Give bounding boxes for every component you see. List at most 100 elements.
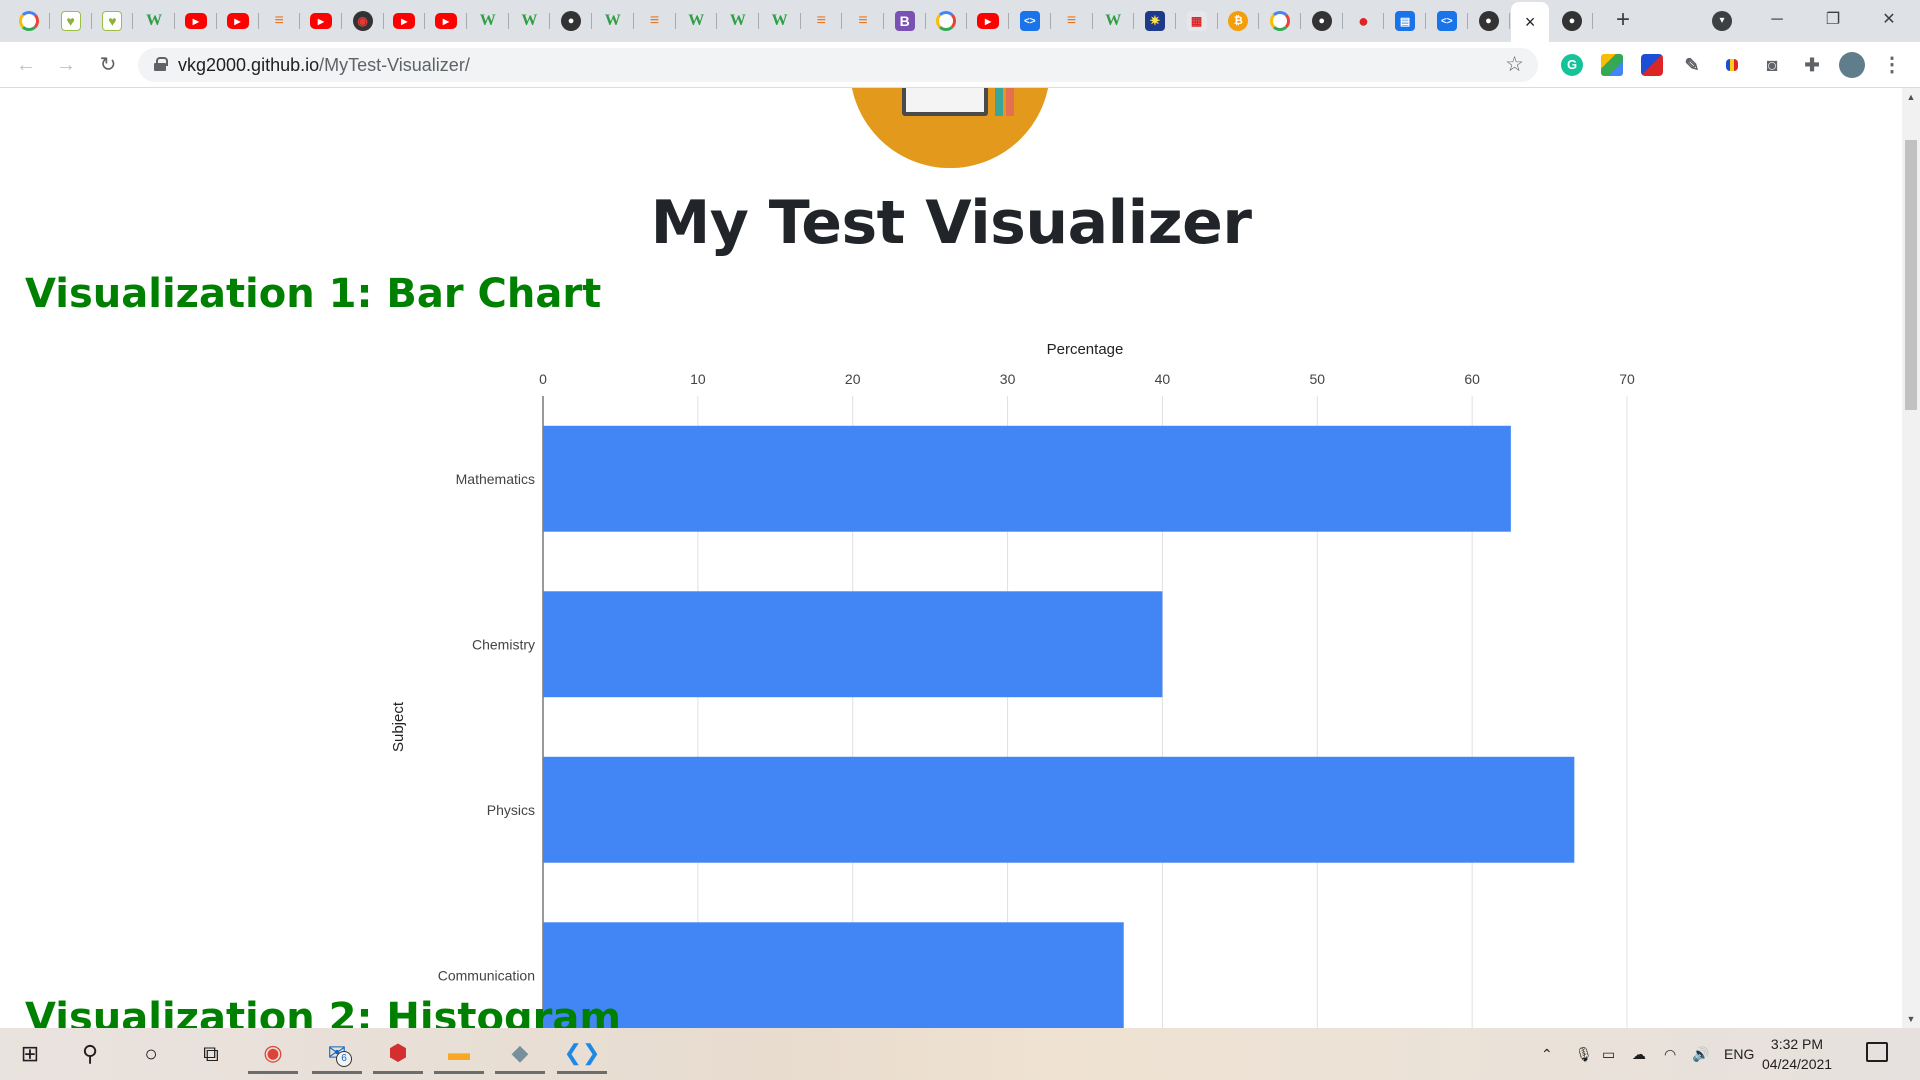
y-category-label: Chemistry bbox=[472, 636, 535, 652]
task-view-icon[interactable]: ⧉ bbox=[186, 1034, 236, 1074]
extensions-puzzle-icon[interactable]: ✚ bbox=[1801, 54, 1823, 76]
so-favicon-icon: ≡ bbox=[816, 12, 826, 29]
browser-tab[interactable]: ▶ bbox=[967, 5, 1010, 37]
browser-tab[interactable]: ● bbox=[1342, 5, 1385, 37]
system-clock[interactable]: 3:32 PM 04/24/2021 bbox=[1762, 1034, 1832, 1074]
browser-tab[interactable]: B bbox=[884, 5, 926, 37]
browser-tab[interactable]: ▶ bbox=[383, 5, 426, 37]
gh-favicon-icon: ● bbox=[1311, 11, 1332, 31]
bookmark-star-icon[interactable]: ☆ bbox=[1505, 52, 1524, 77]
scrollbar-thumb[interactable] bbox=[1905, 140, 1917, 410]
browser-tab[interactable]: ▶ bbox=[175, 5, 217, 37]
heart-favicon-icon: ♥ bbox=[60, 11, 81, 31]
color-picker-icon[interactable]: ✎ bbox=[1681, 54, 1703, 76]
profile-avatar[interactable] bbox=[1839, 52, 1865, 78]
browser-tab[interactable]: <> bbox=[1009, 5, 1051, 37]
browser-tab[interactable]: ✷ bbox=[1134, 5, 1176, 37]
browser-tab[interactable] bbox=[8, 5, 50, 37]
browser-tab[interactable]: ▤ bbox=[1384, 5, 1427, 37]
app-taskbar-icon[interactable]: ◆ bbox=[495, 1034, 545, 1074]
y-category-label: Mathematics bbox=[456, 471, 535, 487]
chrome-taskbar-icon[interactable]: ◉ bbox=[248, 1034, 298, 1074]
x-tick-label: 0 bbox=[539, 371, 547, 387]
minimize-icon[interactable]: ─ bbox=[1754, 8, 1800, 32]
browser-tab[interactable]: ▶ bbox=[217, 5, 259, 37]
browser-tab[interactable] bbox=[925, 5, 968, 37]
browser-tab[interactable]: W bbox=[717, 5, 759, 37]
windows-start-icon[interactable]: ⊞ bbox=[5, 1034, 55, 1074]
file-explorer-taskbar-icon[interactable]: ▬ bbox=[434, 1034, 484, 1074]
lock-icon[interactable] bbox=[154, 57, 168, 71]
browser-tab[interactable] bbox=[1259, 5, 1301, 37]
clock-time: 3:32 PM bbox=[1770, 1036, 1824, 1052]
search-icon[interactable]: ⚲ bbox=[65, 1034, 115, 1074]
tab-search-icon[interactable]: ▾ bbox=[1712, 11, 1732, 31]
more-menu-icon[interactable]: ⋮ bbox=[1881, 54, 1903, 76]
extension-flag-icon[interactable] bbox=[1726, 59, 1738, 71]
browser-tab[interactable]: ● bbox=[1551, 5, 1593, 37]
acrobat-taskbar-icon[interactable]: ⬢ bbox=[373, 1034, 423, 1074]
extension-diagonal-icon[interactable] bbox=[1641, 54, 1663, 76]
window-close-icon[interactable]: ✕ bbox=[1866, 8, 1912, 32]
bar-physics bbox=[543, 756, 1575, 863]
browser-tab[interactable]: ◉ bbox=[342, 5, 384, 37]
browser-tab[interactable]: ♥ bbox=[50, 5, 92, 37]
yt-favicon-icon: ▶ bbox=[226, 13, 249, 29]
browser-tab[interactable]: W bbox=[1092, 5, 1135, 37]
browser-tab[interactable]: ● bbox=[550, 5, 593, 37]
browser-tab[interactable]: W bbox=[675, 5, 718, 37]
scroll-up-arrow-icon[interactable]: ▲ bbox=[1906, 92, 1916, 102]
reload-icon[interactable]: ↻ bbox=[94, 51, 122, 79]
new-tab-button[interactable]: + bbox=[1609, 6, 1637, 34]
url-text[interactable]: vkg2000.github.io/MyTest-Visualizer/ bbox=[178, 55, 470, 76]
tab-close-icon[interactable]: × bbox=[1525, 12, 1536, 33]
active-tab[interactable]: × bbox=[1511, 2, 1550, 42]
restore-icon[interactable]: ❐ bbox=[1810, 8, 1856, 32]
wifi-icon[interactable]: ◠ bbox=[1664, 1046, 1676, 1063]
y-category-label: Communication bbox=[438, 967, 535, 983]
browser-tab[interactable]: W bbox=[133, 5, 176, 37]
browser-tab[interactable]: W bbox=[759, 5, 801, 37]
browser-tab[interactable]: ♥ bbox=[91, 5, 134, 37]
browser-tab[interactable]: ≡ bbox=[258, 5, 301, 37]
w-favicon-icon: W bbox=[146, 12, 163, 29]
notifications-icon[interactable] bbox=[1866, 1042, 1888, 1062]
browser-tab[interactable]: ≡ bbox=[1051, 5, 1093, 37]
browser-tab[interactable]: ● bbox=[1301, 5, 1343, 37]
browser-tab[interactable]: ₿ bbox=[1217, 5, 1260, 37]
browser-tab[interactable]: ≡ bbox=[634, 5, 676, 37]
cortana-icon[interactable]: ○ bbox=[126, 1034, 176, 1074]
gh-favicon-icon: ● bbox=[561, 11, 582, 31]
browser-tab[interactable]: ≡ bbox=[800, 5, 843, 37]
y-category-label: Physics bbox=[487, 802, 535, 818]
so-favicon-icon: ≡ bbox=[858, 12, 868, 29]
microphone-icon[interactable]: 🎙 bbox=[1575, 1046, 1593, 1063]
onedrive-icon[interactable]: ☁ bbox=[1632, 1046, 1646, 1063]
back-icon[interactable]: ← bbox=[12, 51, 40, 79]
page-scrollbar[interactable]: ▲ ▼ bbox=[1902, 88, 1920, 1028]
language-indicator[interactable]: ENG bbox=[1724, 1046, 1754, 1062]
vscode-taskbar-icon[interactable]: ❮❯ bbox=[557, 1034, 607, 1074]
x-tick-label: 70 bbox=[1619, 371, 1635, 387]
forward-icon[interactable]: → bbox=[52, 51, 80, 79]
tray-chevron-icon[interactable]: ⌃ bbox=[1541, 1046, 1553, 1063]
scroll-down-arrow-icon[interactable]: ▼ bbox=[1906, 1014, 1916, 1024]
windows-taskbar: ⊞ ⚲ ○ ⧉ ◉ ✉ 6 ⬢ ▬ ◆ ❮❯ ⌃ 🎙 ▭ ☁ ◠ 🔊 ENG 3:… bbox=[0, 1028, 1920, 1080]
browser-tab[interactable]: ▶ bbox=[300, 5, 342, 37]
browser-tab[interactable]: ≡ bbox=[842, 5, 884, 37]
browser-tab[interactable]: W bbox=[467, 5, 509, 37]
mail-taskbar-icon[interactable]: ✉ 6 bbox=[312, 1034, 362, 1074]
browser-tab[interactable]: ▶ bbox=[425, 5, 467, 37]
battery-icon[interactable]: ▭ bbox=[1602, 1046, 1615, 1063]
browser-tab[interactable]: ● bbox=[1468, 5, 1510, 37]
screenshot-camera-icon[interactable]: ◙ bbox=[1761, 54, 1783, 76]
address-bar[interactable]: vkg2000.github.io/MyTest-Visualizer/ ☆ bbox=[138, 48, 1538, 82]
browser-tab[interactable]: W bbox=[508, 5, 551, 37]
browser-tab[interactable]: ▦ bbox=[1176, 5, 1218, 37]
bar-mathematics bbox=[543, 425, 1511, 532]
google-drive-icon[interactable] bbox=[1601, 54, 1623, 76]
volume-icon[interactable]: 🔊 bbox=[1692, 1046, 1709, 1063]
browser-tab[interactable]: W bbox=[592, 5, 634, 37]
browser-tab[interactable]: <> bbox=[1426, 5, 1468, 37]
grammarly-icon[interactable]: G bbox=[1561, 54, 1583, 76]
